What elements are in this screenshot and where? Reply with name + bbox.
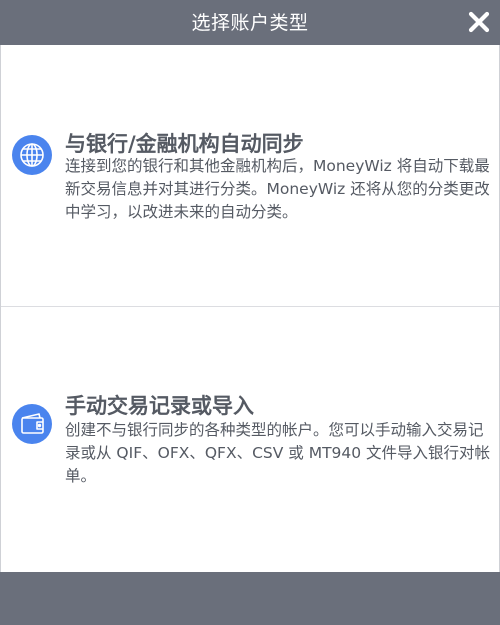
title-bar: 选择账户类型: [0, 0, 500, 45]
option-auto-sync[interactable]: 与银行/金融机构自动同步 连接到您的银行和其他金融机构后，MoneyWiz 将自…: [1, 45, 499, 307]
options-list: 与银行/金融机构自动同步 连接到您的银行和其他金融机构后，MoneyWiz 将自…: [0, 45, 500, 572]
option-description: 创建不与银行同步的各种类型的帐户。您可以手动输入交易记录或从 QIF、OFX、Q…: [65, 421, 491, 485]
option-heading: 手动交易记录或导入: [65, 394, 254, 418]
option-manual[interactable]: 手动交易记录或导入 创建不与银行同步的各种类型的帐户。您可以手动输入交易记录或从…: [1, 307, 499, 572]
wallet-icon: [12, 404, 52, 444]
close-icon[interactable]: [466, 9, 492, 35]
dialog-title: 选择账户类型: [191, 12, 309, 34]
option-description: 连接到您的银行和其他金融机构后，MoneyWiz 将自动下载最新交易信息并对其进…: [65, 157, 490, 221]
globe-icon: [12, 135, 52, 175]
option-heading: 与银行/金融机构自动同步: [65, 132, 304, 156]
account-type-dialog: 选择账户类型 与银行/金融机构自动同步 连接到您的银行和其他金融机构后，Mone…: [0, 0, 500, 625]
footer-bar: [0, 572, 500, 625]
